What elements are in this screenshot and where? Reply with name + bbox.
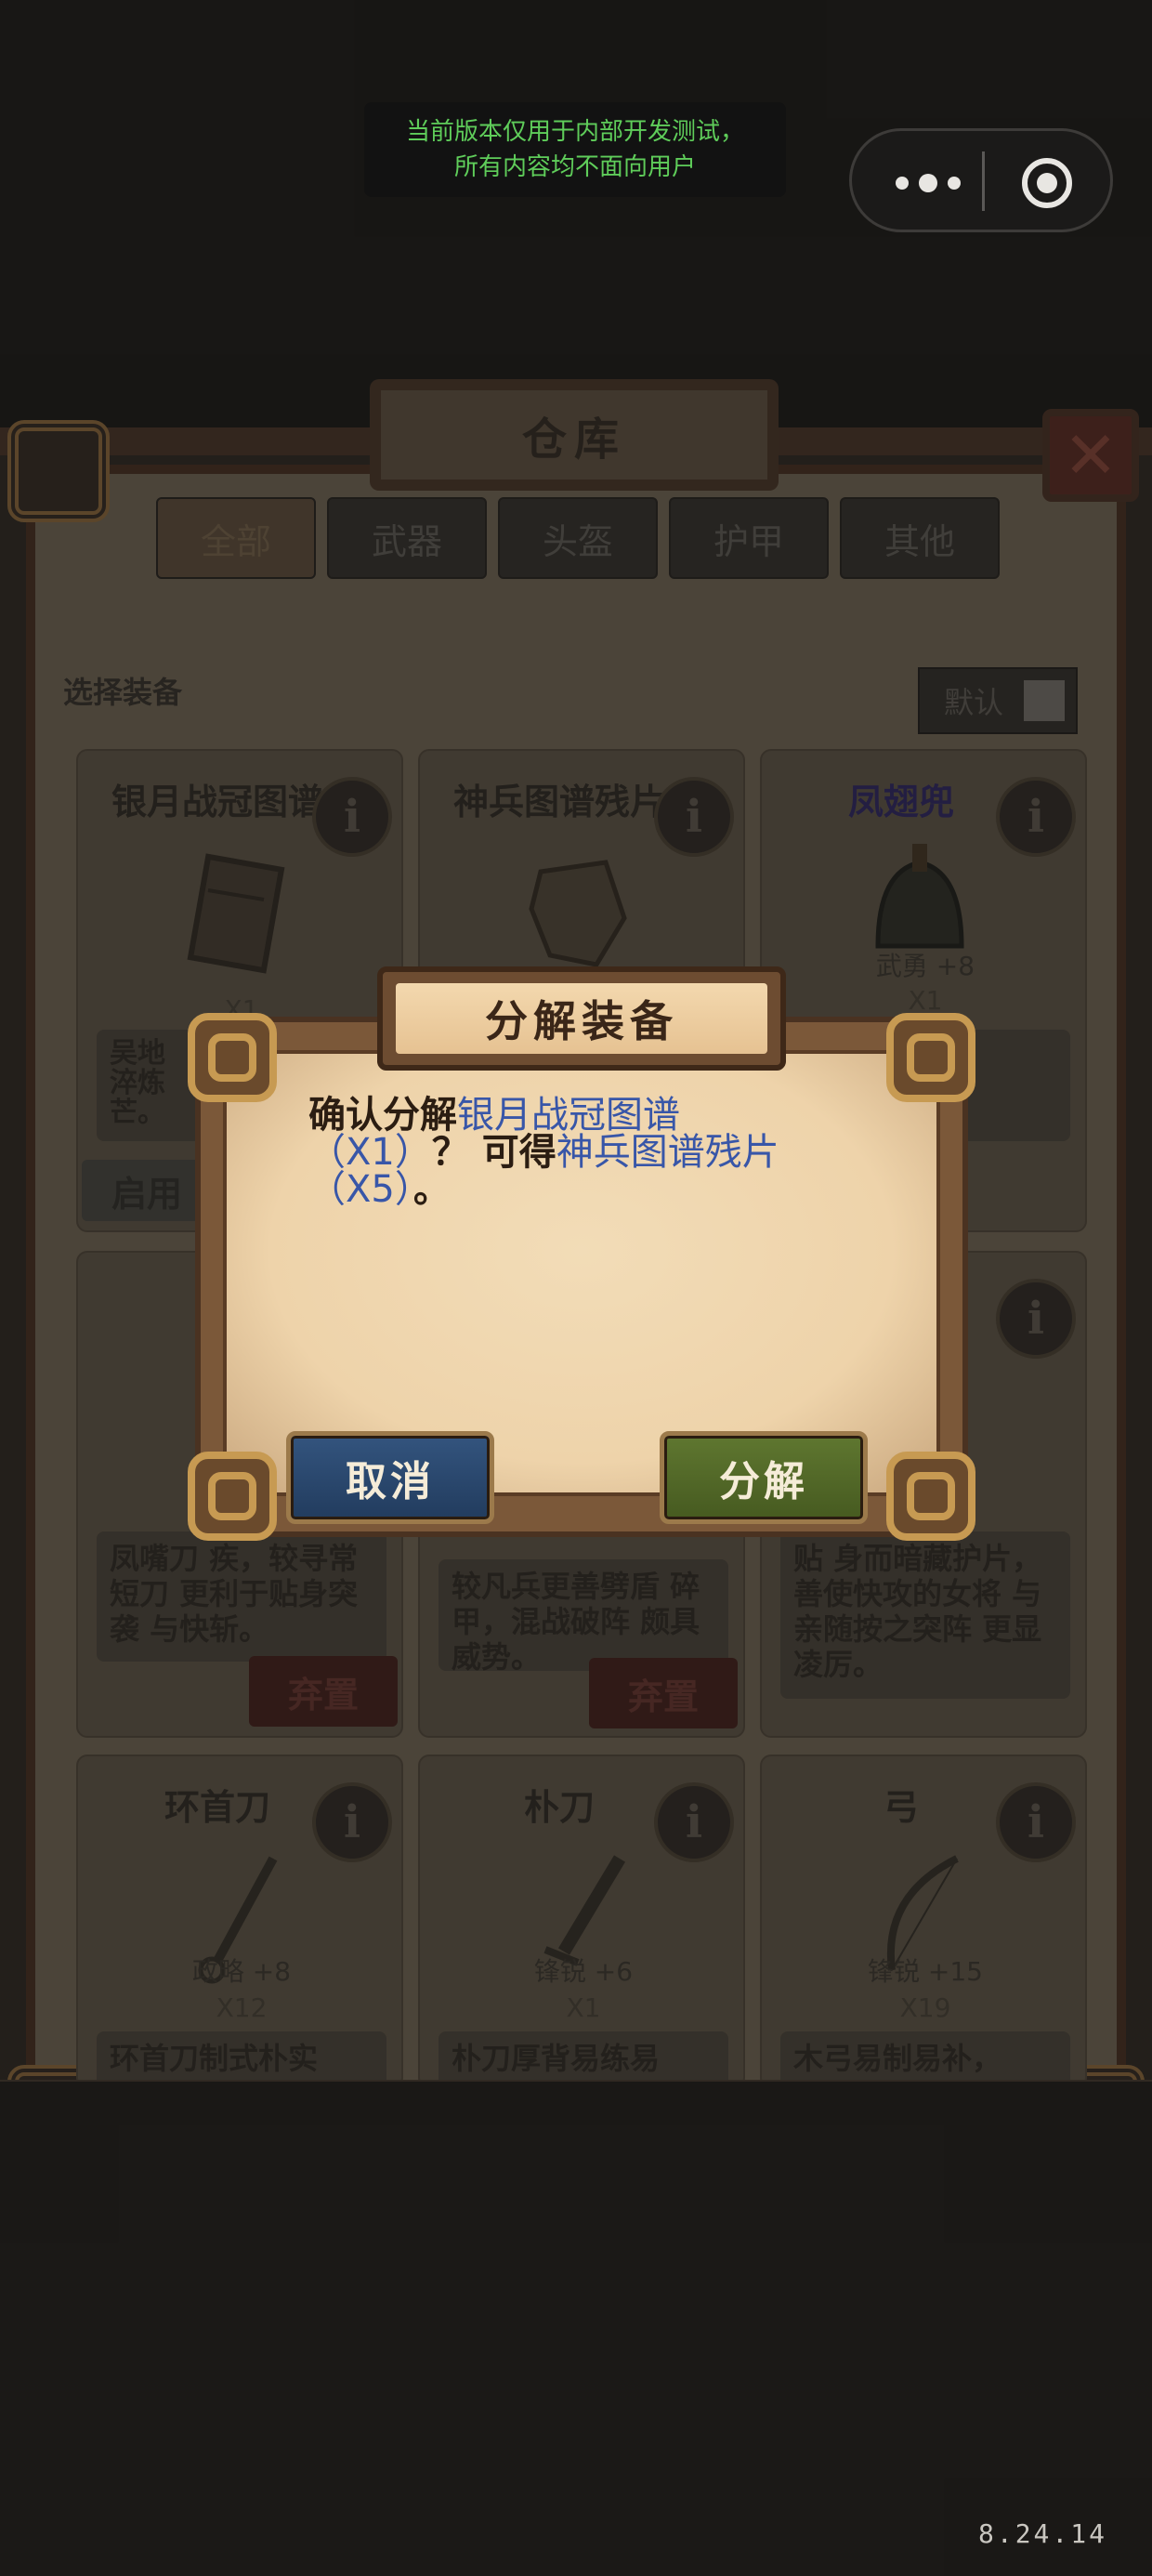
result-item-name: 神兵图谱残片 [556,1131,779,1174]
capsule-divider [982,151,985,211]
corner-knot-icon [188,1452,277,1541]
corner-knot-icon [886,1013,975,1102]
dialog-title-box: 分解装备 [377,966,786,1071]
decompose-button[interactable]: 分解 [660,1431,868,1524]
decompose-message: 确认分解银月战冠图谱 （X1）？ 可得神兵图谱残片 （X5）。 [308,1097,829,1208]
target-icon[interactable] [1019,155,1075,211]
corner-knot-icon [188,1013,277,1102]
message-middle: ？ 可得 [431,1131,556,1174]
internal-test-banner: 当前版本仅用于内部开发测试， 所有内容均不面向用户 [364,102,786,197]
mini-program-capsule [849,128,1113,232]
decompose-dialog: 分解装备 确认分解银月战冠图谱 （X1）？ 可得神兵图谱残片 （X5）。 取消 … [184,966,979,1544]
test-banner-line-1: 当前版本仅用于内部开发测试， [405,118,744,146]
corner-knot-icon [886,1452,975,1541]
result-item-quantity: （X5） [308,1168,413,1211]
message-suffix: 。 [412,1168,451,1211]
more-dots-icon[interactable] [891,166,965,200]
version-label: 8.24.14 [977,2518,1107,2549]
test-banner-line-2: 所有内容均不面向用户 [453,153,696,181]
dialog-title: 分解装备 [396,983,767,1054]
cancel-button[interactable]: 取消 [286,1431,494,1524]
